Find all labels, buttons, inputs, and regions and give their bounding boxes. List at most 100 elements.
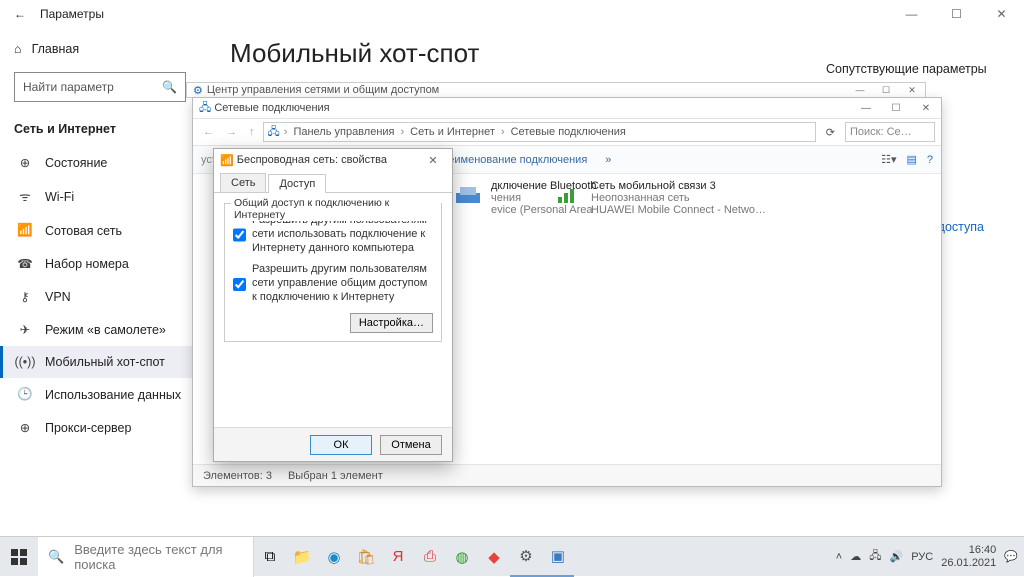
home-icon: ⌂ <box>14 42 22 56</box>
connection-name: Сеть мобильной связи 3 <box>591 180 766 192</box>
connection-cellular[interactable]: Сеть мобильной связи 3 Неопознанная сеть… <box>553 180 766 216</box>
sidebar-item-hotspot[interactable]: ((•)) Мобильный хот-спот <box>0 346 200 378</box>
task-view-icon[interactable]: ⧉ <box>254 537 286 577</box>
app-icon-1[interactable]: ◍ <box>446 537 478 577</box>
sidebar-item-wifi[interactable]: ᯤWi-Fi <box>0 179 200 214</box>
nsc-icon: ⚙ <box>193 84 203 97</box>
tray-up-icon[interactable]: ˄ <box>836 551 842 563</box>
network-icon: 🖧 <box>268 123 280 142</box>
back-icon[interactable]: ← <box>14 7 26 21</box>
preview-pane-icon[interactable]: ▤ <box>906 153 916 166</box>
volume-icon[interactable]: 🔊 <box>890 550 904 563</box>
clock[interactable]: 16:40 26.01.2021 <box>941 544 996 569</box>
sidebar-item-status[interactable]: ⊕Состояние <box>0 146 200 179</box>
search-icon: 🔍 <box>162 80 177 94</box>
close-button[interactable]: ✕ <box>420 150 446 170</box>
status-bar: Элементов: 3 Выбран 1 элемент <box>193 464 941 486</box>
close-button[interactable]: ✕ <box>979 0 1024 28</box>
wifi-icon: ᯤ <box>17 188 33 205</box>
sidebar-item-data-usage[interactable]: 🕒Использование данных <box>0 378 200 411</box>
allow-control-input[interactable] <box>233 264 246 304</box>
taskbar-pinned: ⧉ 📁 ◉ 🛍 Я ⎙ ◍ ◆ ⚙ ▣ <box>254 537 574 577</box>
sidebar-item-label: Мобильный хот-спот <box>45 355 165 369</box>
explorer-icon[interactable]: 📁 <box>286 537 318 577</box>
settings-taskbar-icon[interactable]: ⚙ <box>510 537 542 577</box>
allow-control-checkbox[interactable]: Разрешить другим пользователям сети упра… <box>233 263 433 304</box>
ok-button[interactable]: ОК <box>310 435 372 455</box>
data-usage-icon: 🕒 <box>17 387 33 402</box>
minimize-button[interactable]: — <box>889 0 934 28</box>
explorer-search[interactable]: Поиск: Се… <box>845 122 935 142</box>
app-icon-2[interactable]: ◆ <box>478 537 510 577</box>
window-controls: — ☐ ✕ <box>889 0 1024 28</box>
crumb-connections[interactable]: Сетевые подключения <box>509 126 628 138</box>
network-tray-icon[interactable]: 🖧 <box>869 547 881 566</box>
home-link[interactable]: ⌂ Главная <box>0 36 200 62</box>
help-icon[interactable]: ? <box>927 154 933 166</box>
nc-icon: 🖧 <box>199 99 211 118</box>
connection-device: HUAWEI Mobile Connect - Netwo… <box>591 204 766 216</box>
sidebar-item-vpn[interactable]: ⚷ VPN <box>0 280 200 313</box>
bluetooth-connection-icon <box>453 180 483 210</box>
network-sharing-center-window[interactable]: ⚙ Центр управления сетями и общим доступ… <box>186 82 926 98</box>
store-icon[interactable]: 🛍 <box>350 537 382 577</box>
nav-forward[interactable]: → <box>222 126 241 138</box>
start-button[interactable] <box>0 537 38 577</box>
close-button[interactable]: ✕ <box>911 98 941 118</box>
office-icon[interactable]: ⎙ <box>414 537 446 577</box>
maximize-button[interactable]: ☐ <box>934 0 979 28</box>
sidebar-item-proxy[interactable]: ⊕Прокси-сервер <box>0 411 200 444</box>
search-placeholder: Найти параметр <box>23 80 114 94</box>
proxy-icon: ⊕ <box>17 420 33 435</box>
toolbar-overflow[interactable]: » <box>605 154 611 166</box>
nc-title: Сетевые подключения <box>214 102 329 114</box>
cloud-icon[interactable]: ☁ <box>850 550 861 563</box>
group-legend: Общий доступ к подключению к Интернету <box>231 197 441 221</box>
refresh-button[interactable]: ⟳ <box>820 126 841 139</box>
allow-control-label: Разрешить другим пользователям сети упра… <box>252 263 433 304</box>
sidebar-item-label: Набор номера <box>45 257 129 271</box>
minimize-button[interactable]: — <box>851 98 881 118</box>
dialog-footer: ОК Отмена <box>214 427 452 461</box>
action-center-icon[interactable]: 💬 <box>1004 550 1018 563</box>
dialog-titlebar: 📶 Беспроводная сеть: свойства ✕ <box>214 149 452 171</box>
wifi-properties-dialog[interactable]: 📶 Беспроводная сеть: свойства ✕ Сеть Дос… <box>213 148 453 462</box>
sidebar-item-label: Состояние <box>45 156 107 170</box>
settings-button[interactable]: Настройка… <box>350 313 433 333</box>
sidebar-item-cellular[interactable]: 📶Сотовая сеть <box>0 214 200 247</box>
sidebar-item-label: VPN <box>45 290 71 304</box>
edge-icon[interactable]: ◉ <box>318 537 350 577</box>
search-input[interactable]: Найти параметр 🔍 <box>14 72 186 102</box>
close-button[interactable]: ✕ <box>899 83 925 97</box>
address-bar: ← → ↑ 🖧 › Панель управления › Сеть и Инт… <box>193 118 941 146</box>
taskbar-search[interactable]: 🔍 Введите здесь текст для поиска <box>38 537 254 577</box>
minimize-button[interactable]: — <box>847 83 873 97</box>
nc-titlebar: 🖧 Сетевые подключения — ☐ ✕ <box>193 98 941 118</box>
sharing-panel: Общий доступ к подключению к Интернету Р… <box>214 193 452 427</box>
nav-back[interactable]: ← <box>199 126 218 138</box>
sidebar-item-dialup[interactable]: ☎ Набор номера <box>0 247 200 280</box>
sidebar-item-airplane[interactable]: ✈Режим «в самолете» <box>0 313 200 346</box>
selection-count: Выбран 1 элемент <box>288 470 383 482</box>
tab-strip: Сеть Доступ <box>214 171 452 193</box>
crumb-control-panel[interactable]: Панель управления <box>291 126 396 138</box>
nav-up[interactable]: ↑ <box>245 126 259 138</box>
tab-network[interactable]: Сеть <box>220 173 266 192</box>
hotspot-icon: ((•)) <box>17 355 33 369</box>
maximize-button[interactable]: ☐ <box>873 83 899 97</box>
settings-titlebar: ← Параметры — ☐ ✕ <box>0 0 1024 28</box>
language-indicator[interactable]: РУС <box>911 551 933 563</box>
view-options-icon[interactable]: ☷▾ <box>881 153 896 166</box>
dialup-icon: ☎ <box>17 256 33 271</box>
settings-sidebar: ⌂ Главная Найти параметр 🔍 Сеть и Интерн… <box>0 28 200 536</box>
breadcrumb[interactable]: 🖧 › Панель управления › Сеть и Интернет … <box>263 122 816 142</box>
crumb-network[interactable]: Сеть и Интернет <box>408 126 497 138</box>
tab-sharing[interactable]: Доступ <box>268 174 326 193</box>
yandex-icon[interactable]: Я <box>382 537 414 577</box>
vpn-icon: ⚷ <box>17 289 33 304</box>
control-panel-taskbar-icon[interactable]: ▣ <box>542 537 574 577</box>
maximize-button[interactable]: ☐ <box>881 98 911 118</box>
cellular-icon: 📶 <box>17 223 33 238</box>
cancel-button[interactable]: Отмена <box>380 435 442 455</box>
allow-sharing-input[interactable] <box>233 215 246 255</box>
